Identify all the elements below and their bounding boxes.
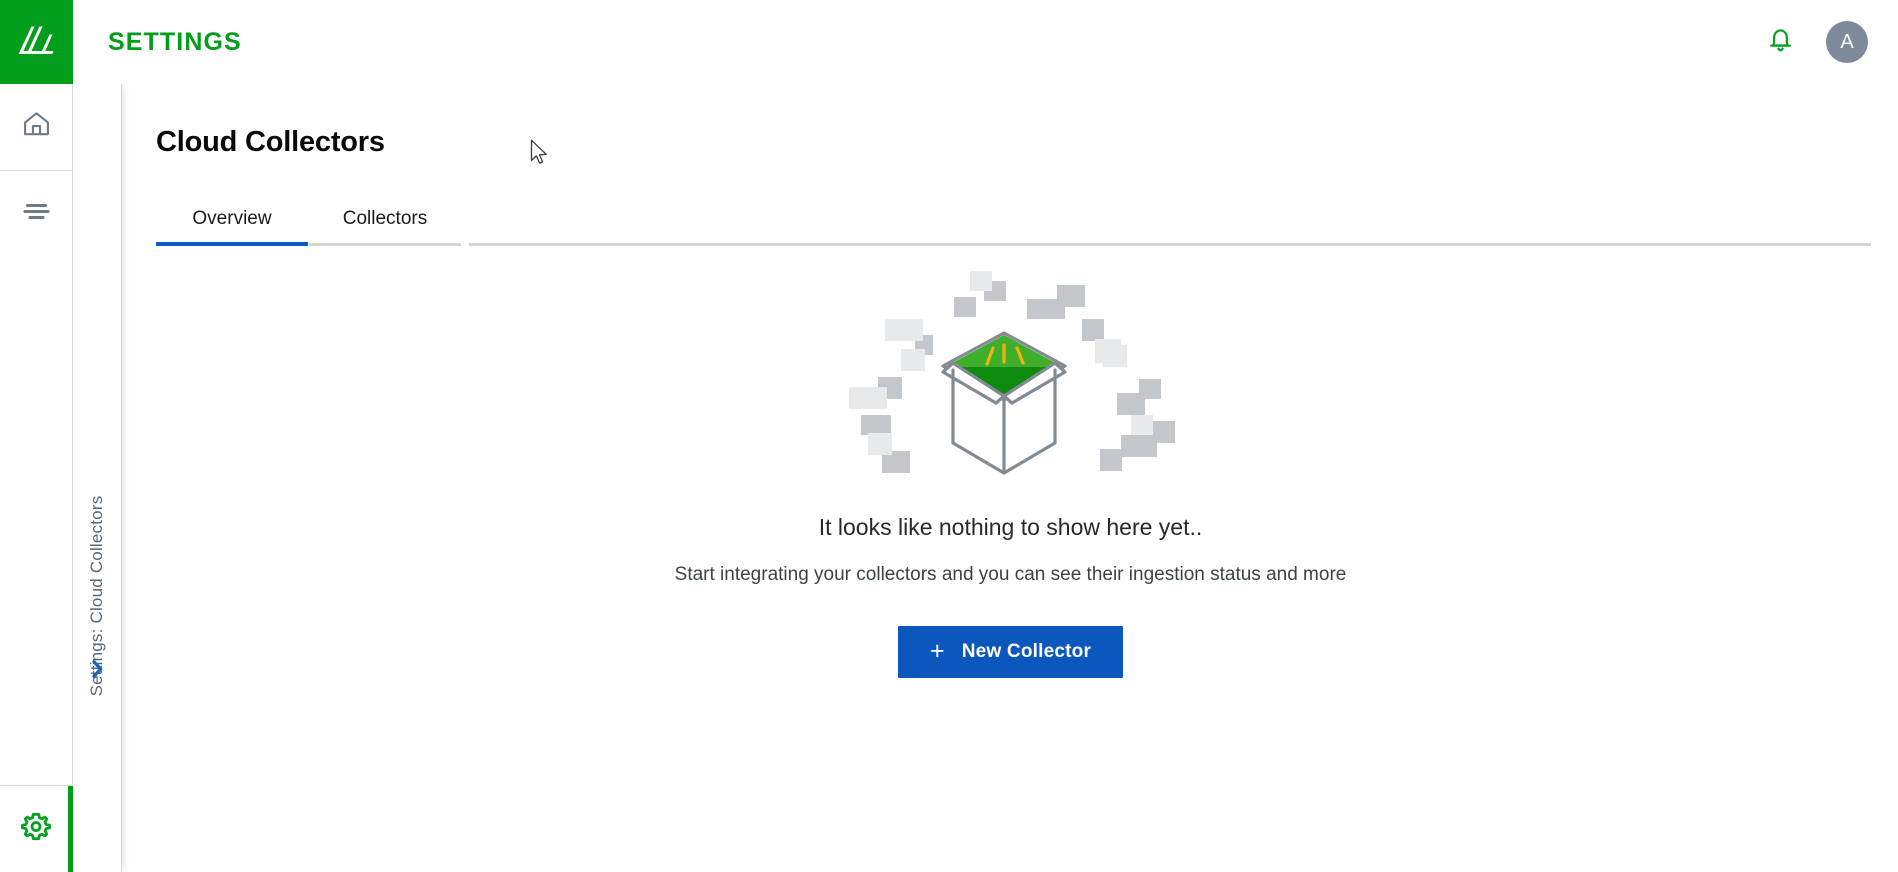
new-collector-button[interactable]: + New Collector (897, 626, 1124, 678)
new-collector-button-label: New Collector (961, 641, 1092, 662)
open-box-sparkle-illustration (841, 269, 1181, 494)
sidebar-item-library[interactable] (0, 171, 72, 257)
tab-bar: Overview Collectors (156, 194, 1871, 254)
tab-underline-filler (469, 242, 1871, 246)
empty-state-subtitle: Start integrating your collectors and yo… (674, 564, 1347, 585)
subrail-expand-button[interactable] (82, 656, 112, 686)
avatar-initial: A (1840, 30, 1854, 53)
page-header-title: SETTINGS (108, 27, 242, 56)
tab-overview[interactable]: Overview (156, 208, 308, 242)
top-bar: SETTINGS A (0, 0, 1898, 84)
settings-subrail: Settings: Cloud Collectors (73, 84, 122, 872)
rail-spacer (0, 257, 72, 785)
app-root: SETTINGS A Settings: Cloud Collectors Cl… (0, 0, 1898, 872)
notifications-button[interactable] (1762, 24, 1798, 60)
tab-underline-inactive (309, 242, 461, 246)
brand-logo-button[interactable] (0, 0, 73, 84)
empty-state-title: It looks like nothing to show here yet.. (818, 514, 1203, 540)
list-lines-icon (20, 199, 53, 229)
plus-icon: + (929, 636, 945, 665)
left-nav-rail (0, 84, 73, 872)
tab-underline-active (156, 242, 308, 246)
home-icon (20, 108, 53, 146)
chevron-right-icon (88, 658, 106, 685)
tab-labels-row: Overview Collectors (156, 194, 1871, 242)
avatar[interactable]: A (1826, 21, 1868, 63)
sidebar-item-settings[interactable] (0, 786, 73, 872)
page-title: Cloud Collectors (156, 126, 385, 158)
tab-collectors[interactable]: Collectors (309, 208, 461, 242)
main-content: Cloud Collectors Overview Collectors It … (123, 84, 1898, 872)
empty-state: It looks like nothing to show here yet..… (123, 269, 1898, 678)
tab-underlines (156, 242, 1871, 246)
sumologic-logo-icon (18, 25, 56, 59)
gear-icon (19, 810, 53, 849)
top-bar-actions: A (1762, 21, 1898, 63)
bell-icon (1767, 26, 1794, 58)
sidebar-item-home[interactable] (0, 84, 72, 170)
